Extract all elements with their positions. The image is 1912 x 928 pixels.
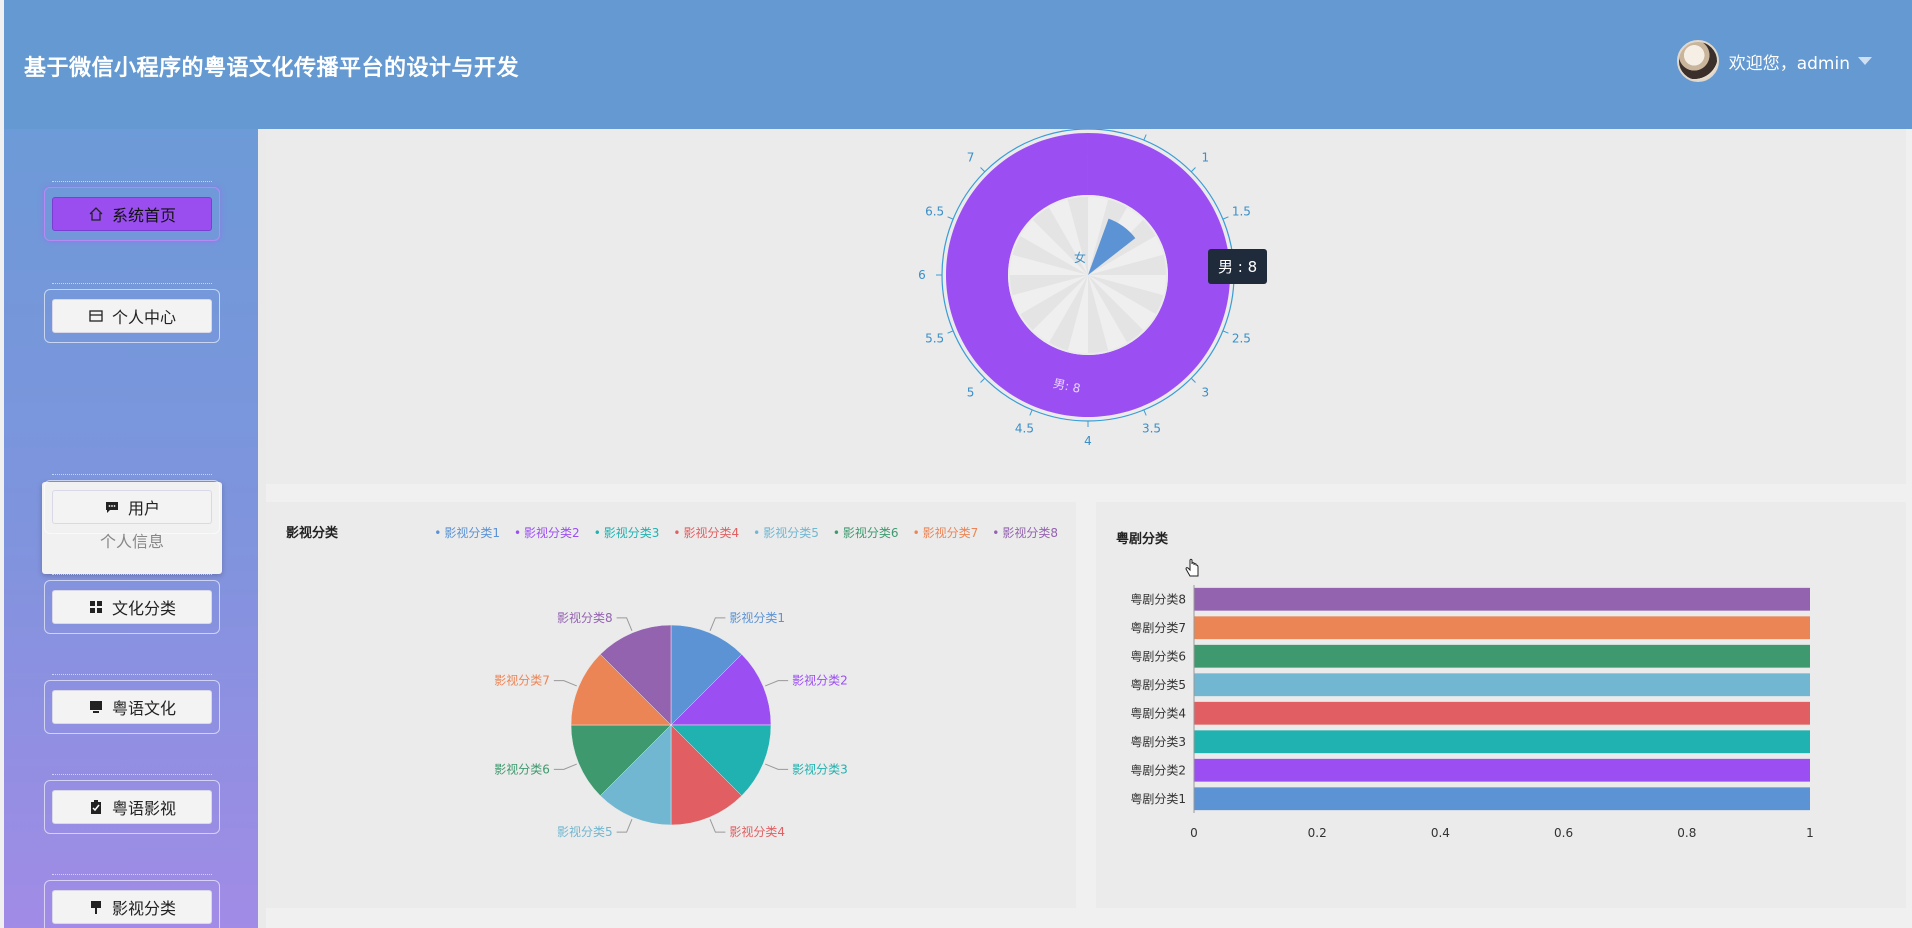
gender-polar-chart: 0.511.522.533.544.555.566.57女男: 8: [918, 115, 1258, 448]
gauge-tick: [1190, 167, 1196, 173]
gauge-tick-label: 7: [967, 151, 975, 165]
pie-label-line: [709, 617, 726, 631]
film-category-pie: 影视分类1 影视分类2 影视分类3 影视分类4 影视分类5 影视分类6 影视分类7 影视分类8: [494, 610, 848, 839]
y-tick-label: 粤剧分类3: [1130, 734, 1186, 749]
pie-label: 影视分类6: [494, 761, 550, 776]
bar: [1194, 787, 1810, 811]
gauge-tick: [947, 330, 954, 334]
brush-icon: [90, 901, 101, 914]
sidebar-item-personal[interactable]: 个人中心: [44, 283, 220, 343]
sidebar-item-label: 系统首页: [111, 206, 176, 225]
x-tick-label: 0.2: [1308, 826, 1327, 840]
avatar[interactable]: [1676, 40, 1719, 82]
sidebar-item-label: 个人中心: [111, 308, 176, 327]
top-header: 基于微信小程序的粤语文化传播平台的设计与开发 欢迎您，admin: [4, 0, 1912, 129]
pie-label-line: [616, 617, 633, 631]
gauge-tick-label: 5: [967, 385, 975, 399]
gauge-tick: [1222, 216, 1229, 220]
y-tick-label: 粤剧分类8: [1130, 591, 1186, 606]
caret-down-icon[interactable]: [1858, 57, 1872, 65]
pie-label-line: [616, 819, 633, 833]
gauge-tick: [980, 167, 986, 173]
gauge-tick-label: 3: [1202, 385, 1210, 399]
x-tick-label: 0.4: [1431, 826, 1450, 840]
sidebar-item-cantonese-culture[interactable]: 粤语文化: [44, 674, 220, 734]
pie-label: 影视分类2: [792, 673, 848, 688]
pie-label: 影视分类1: [729, 610, 785, 625]
pie-label: 影视分类4: [729, 824, 785, 839]
x-tick-label: 0.6: [1554, 826, 1573, 840]
chat-icon: [105, 502, 118, 513]
clipboard-icon: [90, 800, 101, 814]
gender-chart-panel: 0.511.522.533.544.555.566.57女男: 8 男 : 8: [266, 115, 1906, 484]
y-tick-label: 粤剧分类5: [1130, 677, 1186, 692]
gauge-tick: [947, 216, 954, 220]
pie-label: 影视分类8: [557, 610, 613, 625]
bar: [1194, 730, 1810, 754]
gauge-tick: [1029, 409, 1033, 416]
gauge-tick: [1222, 330, 1229, 334]
sidebar-item-label: 文化分类: [111, 599, 176, 618]
sidebar: 系统首页 个人中心 修改密码 个人信息 用户 文化分类 粤语文化: [4, 129, 258, 928]
welcome-text[interactable]: 欢迎您，admin: [1729, 49, 1850, 74]
user-menu[interactable]: 欢迎您，admin: [1676, 40, 1872, 82]
gauge-tick: [980, 377, 986, 383]
bar: [1194, 587, 1810, 611]
y-tick-label: 粤剧分类1: [1130, 791, 1186, 806]
pie-label-line: [765, 680, 789, 687]
sidebar-item-label: 粤语文化: [111, 699, 176, 718]
hand-cursor-icon: [1185, 558, 1199, 577]
sidebar-item-film-category[interactable]: 影视分类: [44, 874, 220, 928]
x-tick-label: 0: [1190, 826, 1198, 840]
grid-icon: [89, 601, 102, 613]
y-tick-label: 粤剧分类7: [1130, 620, 1186, 635]
gauge-tick-label: 2.5: [1232, 332, 1251, 346]
gauge-tick-label: 3.5: [1142, 421, 1161, 435]
pie-label-line: [765, 763, 789, 770]
opera-category-panel: 粤剧分类 粤剧分类1 粤剧分类2 粤剧分类3 粤剧分类4 粤剧分类5 粤剧分类6 粤剧分类7…: [1096, 502, 1906, 908]
sidebar-item-cantonese-film[interactable]: 粤语影视: [44, 774, 220, 834]
gauge-tick-label: 1.5: [1232, 204, 1251, 218]
sidebar-item-label: 粤语影视: [111, 799, 176, 818]
y-tick-label: 粤剧分类2: [1130, 762, 1186, 777]
film-category-panel: 影视分类 影视分类1影视分类2影视分类3影视分类4影视分类5影视分类6影视分类7…: [266, 502, 1076, 908]
bar: [1194, 701, 1810, 725]
x-tick-label: 1: [1806, 826, 1814, 840]
sidebar-item-label: 用户: [127, 499, 160, 518]
pie-label-line: [553, 680, 577, 687]
bar: [1194, 644, 1810, 668]
y-tick-label: 粤剧分类4: [1130, 705, 1186, 720]
gauge-tick: [1143, 134, 1147, 141]
home-icon: [89, 207, 103, 221]
sidebar-item-culture-category[interactable]: 文化分类: [44, 574, 220, 634]
layout-icon: [89, 310, 103, 322]
gauge-tick-label: 6.5: [925, 204, 944, 218]
sidebar-item-home[interactable]: 系统首页: [44, 181, 220, 241]
bar: [1194, 616, 1810, 640]
bar: [1194, 758, 1810, 782]
chart-tooltip: 男 : 8: [1208, 249, 1268, 284]
bar: [1194, 673, 1810, 697]
gauge-tick-label: 6: [918, 268, 926, 282]
app-title: 基于微信小程序的粤语文化传播平台的设计与开发: [24, 56, 520, 81]
gauge-tick-label: 1: [1202, 151, 1210, 165]
sidebar-item-users[interactable]: 用户: [44, 474, 220, 534]
pie-label-line: [709, 819, 726, 833]
pie-label-line: [553, 763, 577, 770]
gauge-tick: [1143, 409, 1147, 416]
series-label-female: 女: [1074, 250, 1086, 265]
pie-label: 影视分类7: [494, 673, 550, 688]
monitor-icon: [89, 701, 102, 713]
y-tick-label: 粤剧分类6: [1130, 648, 1186, 663]
x-tick-label: 0.8: [1677, 826, 1696, 840]
sidebar-scrollbar[interactable]: [258, 129, 266, 928]
gauge-tick-label: 5.5: [925, 332, 944, 346]
gauge-tick-label: 4.5: [1015, 421, 1034, 435]
pie-label: 影视分类5: [557, 824, 613, 839]
gauge-tick-label: 4: [1084, 434, 1092, 448]
pie-label: 影视分类3: [792, 761, 848, 776]
opera-category-bar: 粤剧分类1 粤剧分类2 粤剧分类3 粤剧分类4 粤剧分类5 粤剧分类6 粤剧分类7 粤剧分类8…: [1130, 585, 1814, 840]
sidebar-item-label: 影视分类: [111, 899, 176, 918]
gauge-tick: [1190, 377, 1196, 383]
